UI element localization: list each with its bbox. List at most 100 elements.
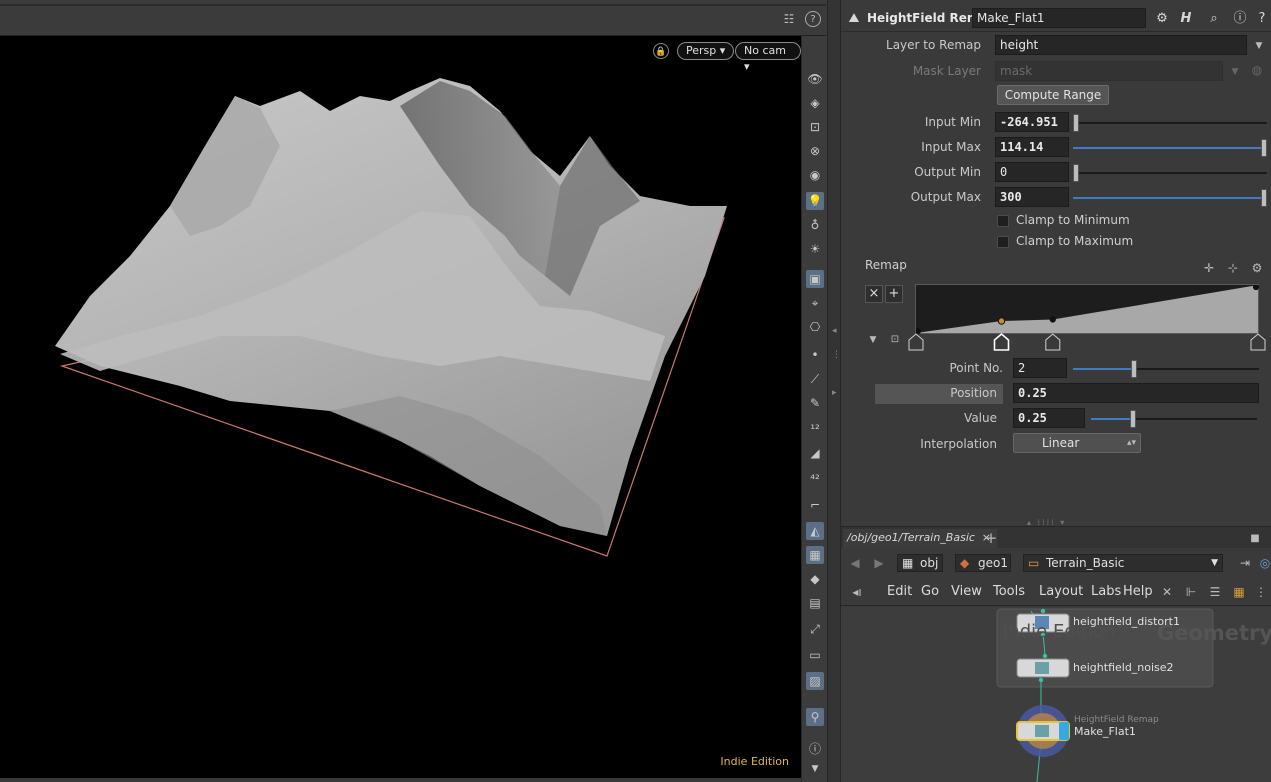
menu-scroll-left-icon[interactable]: ◂ı: [849, 584, 865, 600]
layout-icon[interactable]: ⋮: [1253, 584, 1269, 600]
headlight-icon[interactable]: ♁: [806, 216, 824, 234]
point-no-input[interactable]: 2: [1013, 358, 1067, 378]
node-remap-label[interactable]: Make_Flat1: [1074, 725, 1136, 738]
lock-camera-icon[interactable]: 🔒: [653, 43, 669, 59]
numbers-icon[interactable]: ¹²: [806, 420, 824, 438]
menu-go[interactable]: Go: [921, 584, 939, 599]
position-input[interactable]: 0.25: [1013, 383, 1259, 403]
menu-edit[interactable]: Edit: [887, 584, 912, 599]
clamp-min-checkbox[interactable]: [997, 215, 1009, 227]
node-noise-input[interactable]: [1042, 653, 1048, 659]
value-slider-handle[interactable]: [1129, 410, 1136, 428]
point-icon[interactable]: •: [806, 346, 824, 364]
node-distort-input[interactable]: [1040, 608, 1046, 614]
layer-dropdown-icon[interactable]: ▼: [1251, 38, 1267, 54]
output-min-slider-handle[interactable]: [1073, 164, 1079, 182]
splitter-grip-icon[interactable]: ⋮: [832, 350, 841, 360]
mask-picker-icon[interactable]: ◍: [1249, 62, 1265, 78]
wrench-icon[interactable]: ✕: [1159, 584, 1175, 600]
pen-icon[interactable]: ✎: [806, 394, 824, 412]
ghost-icon[interactable]: ◈: [806, 94, 824, 112]
grid-icon[interactable]: ◆: [806, 570, 824, 588]
output-max-slider[interactable]: [1073, 189, 1267, 207]
menu-tools[interactable]: Tools: [993, 584, 1025, 599]
render-icon[interactable]: ⎔: [806, 318, 824, 336]
remap-ramp-editor[interactable]: [914, 283, 1260, 335]
ramp-options-arrow-icon[interactable]: ▼: [865, 332, 881, 348]
add-tab-icon[interactable]: +: [983, 530, 999, 546]
node-distort-label[interactable]: heightfield_distort1: [1073, 615, 1180, 628]
visibility-icon[interactable]: 👁: [806, 70, 824, 88]
forward-arrow-icon[interactable]: ▶: [871, 555, 887, 571]
wireframe-icon[interactable]: ◭: [806, 522, 824, 540]
ramp-expand-icon[interactable]: ✛: [1201, 260, 1217, 276]
help-icon[interactable]: ?: [805, 11, 821, 27]
node-noise-label[interactable]: heightfield_noise2: [1073, 661, 1174, 674]
menu-layout[interactable]: Layout: [1039, 584, 1083, 599]
pane-layout-icon[interactable]: ■: [1247, 531, 1263, 547]
menu-labs[interactable]: Labs: [1091, 584, 1121, 599]
safe-area-icon[interactable]: ▭: [806, 646, 824, 664]
breadcrumb-geo[interactable]: ◆ geo1: [955, 554, 1011, 572]
output-max-slider-handle[interactable]: [1261, 189, 1267, 207]
camera-mode-menu[interactable]: Persp ▾: [677, 42, 735, 60]
brush-icon[interactable]: ⟋: [806, 370, 824, 388]
palette-icon[interactable]: ▦: [1231, 584, 1247, 600]
pane-resize-grip[interactable]: ▴ ⁞⁞⁞⁞ ▾: [1027, 518, 1087, 527]
menu-help[interactable]: Help: [1123, 584, 1153, 599]
output-max-input[interactable]: 300: [995, 187, 1069, 207]
network-editor[interactable]: Indie Edition Geometry heightfield_disto…: [841, 607, 1271, 782]
output-min-slider[interactable]: [1073, 164, 1267, 182]
back-arrow-icon[interactable]: ◀: [847, 555, 863, 571]
ramp-key-2[interactable]: [993, 332, 1010, 351]
scene-viewport[interactable]: 🔒 Persp ▾ No cam ▾ Indie Edition: [0, 36, 801, 778]
camera-menu[interactable]: No cam ▾: [735, 42, 801, 73]
add-point-button[interactable]: +: [885, 285, 903, 303]
texture-icon[interactable]: ▤: [806, 594, 824, 612]
ramp-point-4[interactable]: [1252, 283, 1260, 291]
list-icon[interactable]: ☰: [1207, 584, 1223, 600]
splitter-left-arrow-icon[interactable]: ◂: [832, 326, 837, 336]
interpolation-dropdown[interactable]: Linear ▴▾: [1013, 433, 1141, 453]
compute-range-button[interactable]: Compute Range: [997, 85, 1109, 105]
node-noise-output[interactable]: [1038, 677, 1044, 683]
input-min-input[interactable]: -264.951: [995, 112, 1069, 132]
ramp-link-icon[interactable]: ⊡: [887, 332, 903, 348]
sphere-icon[interactable]: ◉: [806, 166, 824, 184]
ramp-collapse-icon[interactable]: ⊹: [1225, 260, 1241, 276]
network-tab[interactable]: /obj/geo1/Terrain_Basic ×: [843, 529, 997, 548]
splitter-right-arrow-icon[interactable]: ▸: [832, 388, 837, 398]
node-remap-display-flag[interactable]: [1059, 722, 1069, 740]
input-max-input[interactable]: 114.14: [995, 137, 1069, 157]
curve-icon[interactable]: ⌐: [806, 496, 824, 514]
lock-icon[interactable]: ⊡: [806, 118, 824, 136]
layer-to-remap-input[interactable]: height: [995, 35, 1247, 55]
paint-icon[interactable]: ◢: [806, 444, 824, 462]
link-icon[interactable]: ◎: [1257, 555, 1271, 571]
mask-dropdown-icon[interactable]: ▼: [1227, 64, 1243, 80]
gear-icon[interactable]: ⚙: [1153, 10, 1171, 28]
numbers-alt-icon[interactable]: ⁴²: [806, 470, 824, 488]
pin-icon[interactable]: ⚲: [806, 708, 824, 726]
shading-icon[interactable]: ▣: [806, 270, 824, 288]
info-icon[interactable]: ⓘ: [806, 740, 824, 758]
pin-pane-icon[interactable]: ⇥: [1237, 555, 1253, 571]
transform-icon[interactable]: ⤢: [806, 620, 824, 638]
clamp-max-checkbox[interactable]: [997, 236, 1009, 248]
mask-layer-input[interactable]: mask: [995, 61, 1223, 81]
help-icon[interactable]: ?: [1253, 10, 1271, 28]
remove-point-button[interactable]: ×: [865, 285, 883, 303]
display-options-icon[interactable]: ☷: [781, 11, 797, 27]
houdini-help-icon[interactable]: H: [1177, 10, 1195, 28]
input-min-slider[interactable]: [1073, 114, 1267, 132]
ramp-key-1[interactable]: [908, 333, 924, 351]
node-name-input[interactable]: Make_Flat1: [972, 8, 1146, 28]
toolbar-scroll-down-icon[interactable]: ▼: [806, 760, 824, 778]
ramp-key-markers[interactable]: [907, 332, 1267, 352]
value-slider[interactable]: [1091, 410, 1257, 428]
checker-icon[interactable]: ▦: [806, 546, 824, 564]
menu-view[interactable]: View: [951, 584, 982, 599]
tree-icon[interactable]: ⊩: [1183, 584, 1199, 600]
light-icon[interactable]: 💡: [806, 192, 824, 210]
input-min-slider-handle[interactable]: [1073, 114, 1079, 132]
